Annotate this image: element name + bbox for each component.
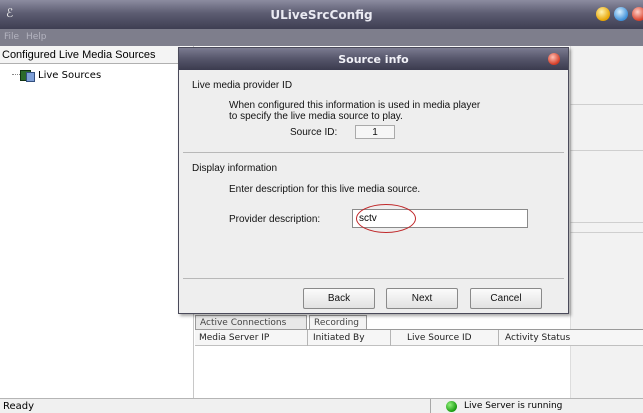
- section-provider-id-desc-line1: When configured this information is used…: [229, 100, 481, 111]
- source-id-value: 1: [355, 125, 395, 139]
- close-icon[interactable]: [632, 7, 643, 21]
- window-title: ULiveSrcConfig: [270, 8, 373, 22]
- source-info-dialog: Source info Live media provider ID When …: [178, 47, 569, 314]
- sources-tree-header: Configured Live Media Sources: [0, 46, 180, 64]
- minimize-icon[interactable]: [596, 7, 610, 21]
- section-divider: [183, 152, 564, 153]
- menubar: File Help: [0, 29, 643, 46]
- tab-recording[interactable]: Recording: [309, 315, 367, 329]
- server-status-icon: [446, 401, 457, 412]
- footer-divider: [183, 278, 564, 279]
- column-activity-status[interactable]: Activity Status: [505, 333, 570, 343]
- column-initiated-by[interactable]: Initiated By: [313, 333, 365, 343]
- live-sources-icon: [20, 69, 35, 82]
- tab-active-connections[interactable]: Active Connections: [195, 315, 307, 329]
- source-id-label: Source ID:: [290, 127, 338, 138]
- connections-table-header: Media Server IP Initiated By Live Source…: [195, 329, 643, 346]
- menu-file[interactable]: File: [4, 32, 19, 42]
- provider-description-input[interactable]: [352, 209, 528, 228]
- status-ready: Ready: [3, 401, 35, 412]
- next-button[interactable]: Next: [386, 288, 458, 309]
- maximize-icon[interactable]: [614, 7, 628, 21]
- cancel-button[interactable]: Cancel: [470, 288, 542, 309]
- section-provider-id-title: Live media provider ID: [192, 80, 293, 91]
- tree-item-label: Live Sources: [38, 69, 102, 81]
- main-titlebar: ℰ ULiveSrcConfig: [0, 0, 643, 29]
- dialog-titlebar: Source info: [179, 48, 568, 70]
- tree-item-live-sources[interactable]: Live Sources: [12, 68, 102, 82]
- provider-description-label: Provider description:: [229, 214, 321, 225]
- menu-help[interactable]: Help: [26, 32, 47, 42]
- section-provider-id-desc-line2: to specify the live media source to play…: [229, 111, 403, 122]
- section-display-info-title: Display information: [192, 163, 278, 174]
- column-media-server-ip[interactable]: Media Server IP: [199, 333, 269, 343]
- dialog-title: Source info: [338, 53, 409, 66]
- section-display-info-desc: Enter description for this live media so…: [229, 184, 421, 195]
- statusbar: Ready Live Server is running: [0, 398, 643, 413]
- dialog-close-icon[interactable]: [548, 53, 560, 65]
- back-button[interactable]: Back: [303, 288, 375, 309]
- server-status-text: Live Server is running: [464, 401, 563, 411]
- column-live-source-id[interactable]: Live Source ID: [407, 333, 472, 343]
